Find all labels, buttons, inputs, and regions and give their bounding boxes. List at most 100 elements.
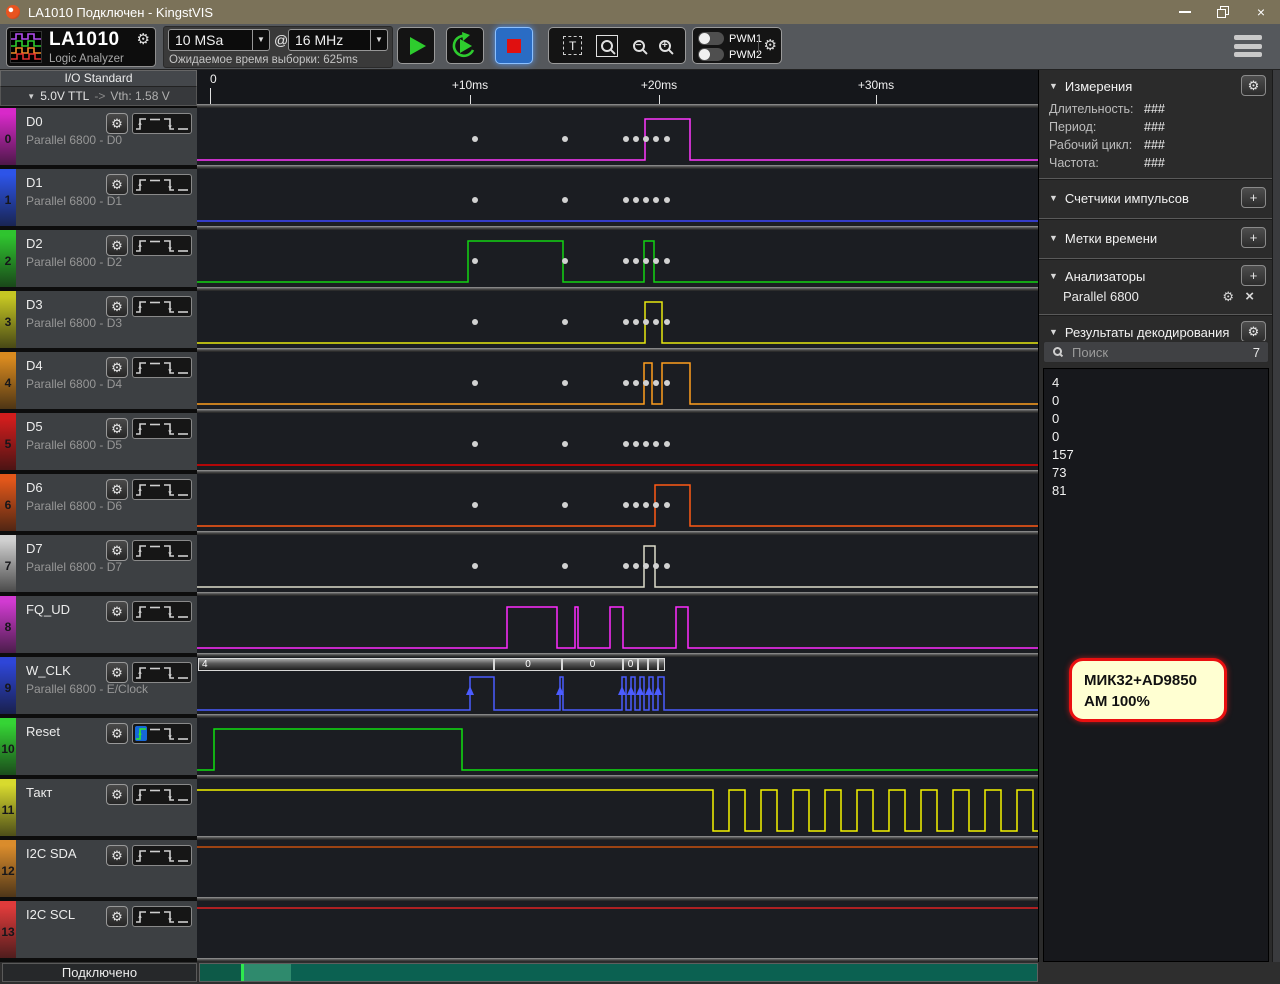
channel-settings-button[interactable]: ⚙ <box>106 174 128 195</box>
trigger-rising-button[interactable] <box>135 482 147 497</box>
trigger-low-button[interactable] <box>177 848 189 863</box>
decode-result-item[interactable]: 0 <box>1044 392 1268 410</box>
minimize-button[interactable] <box>1166 0 1204 24</box>
measurements-header[interactable]: ▼ Измерения <box>1039 74 1272 98</box>
trigger-cursor-tool[interactable]: T <box>563 36 583 55</box>
trigger-low-button[interactable] <box>177 604 189 619</box>
trigger-rising-button[interactable] <box>135 360 147 375</box>
trigger-low-button[interactable] <box>177 116 189 131</box>
trigger-rising-button[interactable] <box>135 848 147 863</box>
analyzer-item[interactable]: Parallel 6800 ⚙ × <box>1039 288 1272 308</box>
zoom-out-button[interactable]: − <box>632 39 645 52</box>
decode-result-item[interactable]: 0 <box>1044 410 1268 428</box>
trigger-high-button[interactable] <box>149 482 161 497</box>
wave-row-d7[interactable] <box>197 535 1038 592</box>
threshold-header[interactable]: ▼ 5.0V TTL -> Vth: 1.58 V <box>0 87 197 106</box>
trigger-high-button[interactable] <box>149 787 161 802</box>
trigger-low-button[interactable] <box>177 299 189 314</box>
trigger-rising-button[interactable] <box>135 726 147 741</box>
trigger-high-button[interactable] <box>149 116 161 131</box>
channel-settings-button[interactable]: ⚙ <box>106 845 128 866</box>
trigger-falling-button[interactable] <box>163 116 175 131</box>
trigger-high-button[interactable] <box>149 299 161 314</box>
io-standard-header[interactable]: I/O Standard <box>0 70 197 87</box>
restore-button[interactable] <box>1204 0 1242 24</box>
channel-row-d4[interactable]: 4 D4 Parallel 6800 - D4 ⚙ <box>0 352 197 409</box>
channel-settings-button[interactable]: ⚙ <box>106 540 128 561</box>
sample-rate-dropdown[interactable]: 10 MSa ▼ <box>168 29 270 51</box>
wave-row-fq_ud[interactable] <box>197 596 1038 653</box>
trigger-low-button[interactable] <box>177 421 189 436</box>
wave-row-d4[interactable] <box>197 352 1038 409</box>
trigger-falling-button[interactable] <box>163 726 175 741</box>
channel-settings-button[interactable]: ⚙ <box>106 601 128 622</box>
trigger-falling-button[interactable] <box>163 604 175 619</box>
time-marks-header[interactable]: ▼ Метки времени <box>1039 226 1272 250</box>
trigger-falling-button[interactable] <box>163 787 175 802</box>
trigger-falling-button[interactable] <box>163 299 175 314</box>
channel-row-d2[interactable]: 2 D2 Parallel 6800 - D2 ⚙ <box>0 230 197 287</box>
trigger-low-button[interactable] <box>177 543 189 558</box>
device-settings-icon[interactable]: ⚙ <box>137 30 150 48</box>
add-pulse-counter-button[interactable]: + <box>1241 187 1266 208</box>
capture-overview-bar[interactable] <box>199 963 1038 982</box>
wave-row-d5[interactable] <box>197 413 1038 470</box>
decode-result-item[interactable]: 157 <box>1044 446 1268 464</box>
channel-row-d0[interactable]: 0 D0 Parallel 6800 - D0 ⚙ <box>0 108 197 165</box>
wave-row-d3[interactable] <box>197 291 1038 348</box>
clock-rate-dropdown[interactable]: 16 MHz ▼ <box>288 29 388 51</box>
channel-settings-button[interactable]: ⚙ <box>106 296 128 317</box>
analyzers-header[interactable]: ▼ Анализаторы <box>1039 264 1272 288</box>
wave-row-reset[interactable] <box>197 718 1038 775</box>
trigger-rising-button[interactable] <box>135 421 147 436</box>
start-button[interactable] <box>397 27 435 64</box>
wave-row-i2c-sda[interactable] <box>197 840 1038 897</box>
trigger-rising-button[interactable] <box>135 665 147 680</box>
trigger-low-button[interactable] <box>177 177 189 192</box>
trigger-high-button[interactable] <box>149 604 161 619</box>
channel-row-d3[interactable]: 3 D3 Parallel 6800 - D3 ⚙ <box>0 291 197 348</box>
wave-row-d2[interactable] <box>197 230 1038 287</box>
trigger-low-button[interactable] <box>177 238 189 253</box>
trigger-high-button[interactable] <box>149 360 161 375</box>
pwm-settings-icon[interactable]: ⚙ <box>757 36 777 54</box>
timeline-ruler[interactable]: 0 +10ms +20ms +30ms <box>197 70 1038 104</box>
trigger-rising-button[interactable] <box>135 238 147 253</box>
decode-search-input[interactable]: Поиск 7 <box>1043 341 1269 363</box>
wave-row-d6[interactable] <box>197 474 1038 531</box>
channel-settings-button[interactable]: ⚙ <box>106 235 128 256</box>
channel-settings-button[interactable]: ⚙ <box>106 906 128 927</box>
trigger-low-button[interactable] <box>177 360 189 375</box>
waveform-area[interactable]: 0 +10ms +20ms +30ms 4000 <box>197 70 1038 962</box>
channel-row-такт[interactable]: 11 Такт ⚙ <box>0 779 197 836</box>
trigger-falling-button[interactable] <box>163 360 175 375</box>
decode-result-item[interactable]: 81 <box>1044 482 1268 500</box>
trigger-falling-button[interactable] <box>163 848 175 863</box>
channel-row-d7[interactable]: 7 D7 Parallel 6800 - D7 ⚙ <box>0 535 197 592</box>
trigger-high-button[interactable] <box>149 543 161 558</box>
channel-settings-button[interactable]: ⚙ <box>106 479 128 500</box>
repeat-run-button[interactable] <box>446 27 484 64</box>
channel-settings-button[interactable]: ⚙ <box>106 113 128 134</box>
zoom-in-button[interactable]: + <box>658 39 671 52</box>
trigger-rising-button[interactable] <box>135 604 147 619</box>
pulse-counters-header[interactable]: ▼ Счетчики импульсов <box>1039 186 1272 210</box>
trigger-low-button[interactable] <box>177 482 189 497</box>
add-time-mark-button[interactable]: + <box>1241 227 1266 248</box>
add-analyzer-button[interactable]: + <box>1241 265 1266 286</box>
trigger-rising-button[interactable] <box>135 909 147 924</box>
trigger-high-button[interactable] <box>149 848 161 863</box>
channel-row-fq_ud[interactable]: 8 FQ_UD ⚙ <box>0 596 197 653</box>
trigger-high-button[interactable] <box>149 665 161 680</box>
trigger-falling-button[interactable] <box>163 482 175 497</box>
trigger-high-button[interactable] <box>149 909 161 924</box>
annotation-note[interactable]: МИК32+AD9850 AM 100% <box>1069 658 1227 722</box>
trigger-falling-button[interactable] <box>163 238 175 253</box>
decode-result-item[interactable]: 0 <box>1044 428 1268 446</box>
channel-row-w_clk[interactable]: 9 W_CLK Parallel 6800 - E/Clock ⚙ <box>0 657 197 714</box>
trigger-low-button[interactable] <box>177 726 189 741</box>
channel-settings-button[interactable]: ⚙ <box>106 723 128 744</box>
wave-row-w_clk[interactable]: 4000 <box>197 657 1038 714</box>
trigger-rising-button[interactable] <box>135 177 147 192</box>
channel-row-reset[interactable]: 10 Reset ⚙ <box>0 718 197 775</box>
